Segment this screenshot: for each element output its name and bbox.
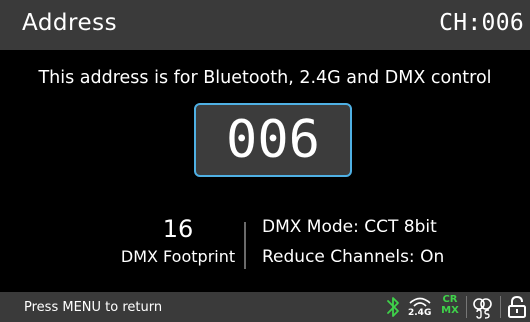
unlock-icon [508, 295, 526, 318]
wireless-label: 2.4G [408, 308, 432, 318]
header-bar: Address CH:006 [0, 0, 530, 50]
wireless-waves-icon [409, 297, 431, 307]
page-title: Address [22, 10, 118, 36]
info-text: This address is for Bluetooth, 2.4G and … [38, 68, 492, 88]
dmx-footprint-value: 16 [162, 215, 194, 243]
crmx-icon: CR MX [440, 294, 460, 320]
channel-indicator: CH:006 [439, 10, 524, 36]
cycle-cs-icon [473, 298, 492, 319]
address-value: 006 [226, 110, 320, 170]
bluetooth-icon [387, 297, 399, 317]
address-screen: Address CH:006 This address is for Bluet… [0, 0, 530, 322]
crmx-label-top: CR [442, 294, 458, 305]
dmx-mode-text: DMX Mode: CCT 8bit [262, 217, 437, 237]
address-field[interactable]: 006 [194, 103, 352, 177]
footer-icon-separator [500, 296, 501, 318]
dmx-footprint-label: DMX Footprint [120, 247, 236, 266]
footer-icon-separator [466, 296, 467, 318]
crmx-label-bottom: MX [441, 305, 459, 316]
wireless-2-4g-icon: 2.4G [407, 294, 433, 320]
footer-hint: Press MENU to return [24, 300, 163, 315]
reduce-channels-text: Reduce Channels: On [262, 247, 445, 267]
info-divider [244, 222, 246, 269]
